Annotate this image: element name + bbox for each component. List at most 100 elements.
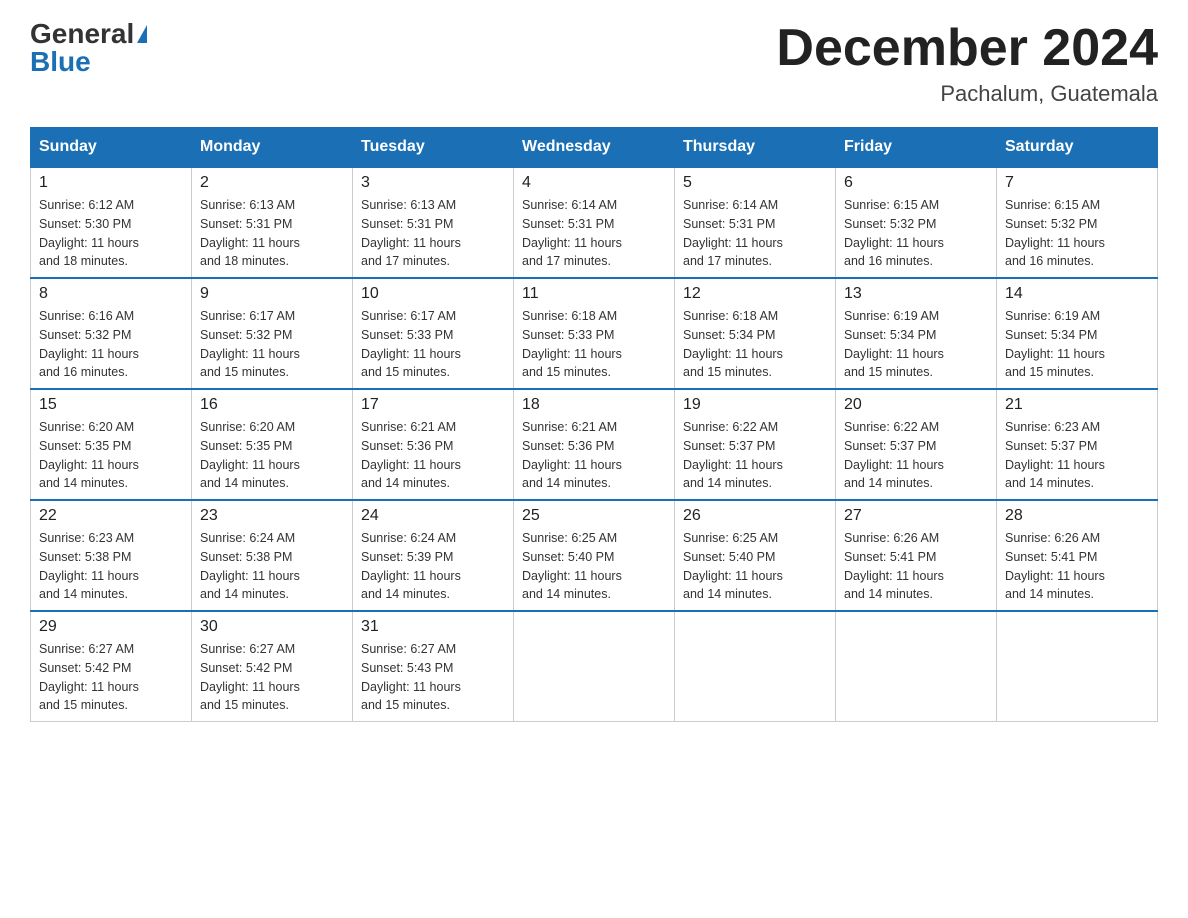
calendar-cell: 15 Sunrise: 6:20 AMSunset: 5:35 PMDayligh… — [31, 389, 192, 500]
day-number: 15 — [39, 396, 183, 414]
calendar-cell — [514, 611, 675, 722]
calendar-week-row: 8 Sunrise: 6:16 AMSunset: 5:32 PMDaylight… — [31, 278, 1158, 389]
day-number: 31 — [361, 618, 505, 636]
day-number: 4 — [522, 174, 666, 192]
calendar-cell: 20 Sunrise: 6:22 AMSunset: 5:37 PMDayligh… — [836, 389, 997, 500]
logo: General Blue — [30, 20, 147, 76]
calendar-cell: 27 Sunrise: 6:26 AMSunset: 5:41 PMDayligh… — [836, 500, 997, 611]
day-info: Sunrise: 6:19 AMSunset: 5:34 PMDaylight:… — [844, 307, 988, 382]
calendar-cell: 31 Sunrise: 6:27 AMSunset: 5:43 PMDayligh… — [353, 611, 514, 722]
day-info: Sunrise: 6:19 AMSunset: 5:34 PMDaylight:… — [1005, 307, 1149, 382]
day-info: Sunrise: 6:27 AMSunset: 5:43 PMDaylight:… — [361, 640, 505, 715]
calendar-cell: 5Sunrise: 6:14 AMSunset: 5:31 PMDaylight… — [675, 167, 836, 278]
calendar-cell: 6 Sunrise: 6:15 AMSunset: 5:32 PMDaylight… — [836, 167, 997, 278]
day-number: 21 — [1005, 396, 1149, 414]
day-info: Sunrise: 6:18 AMSunset: 5:34 PMDaylight:… — [683, 307, 827, 382]
day-number: 6 — [844, 174, 988, 192]
day-number: 26 — [683, 507, 827, 525]
calendar-cell: 17Sunrise: 6:21 AMSunset: 5:36 PMDayligh… — [353, 389, 514, 500]
day-info: Sunrise: 6:27 AMSunset: 5:42 PMDaylight:… — [200, 640, 344, 715]
day-number: 17 — [361, 396, 505, 414]
day-info: Sunrise: 6:27 AMSunset: 5:42 PMDaylight:… — [39, 640, 183, 715]
calendar-cell: 12 Sunrise: 6:18 AMSunset: 5:34 PMDayligh… — [675, 278, 836, 389]
calendar-cell: 16Sunrise: 6:20 AMSunset: 5:35 PMDayligh… — [192, 389, 353, 500]
day-number: 28 — [1005, 507, 1149, 525]
day-info: Sunrise: 6:13 AMSunset: 5:31 PMDaylight:… — [200, 196, 344, 271]
calendar-cell: 8 Sunrise: 6:16 AMSunset: 5:32 PMDaylight… — [31, 278, 192, 389]
logo-triangle-icon — [137, 25, 147, 43]
calendar-cell: 11 Sunrise: 6:18 AMSunset: 5:33 PMDayligh… — [514, 278, 675, 389]
calendar-cell: 28 Sunrise: 6:26 AMSunset: 5:41 PMDayligh… — [997, 500, 1158, 611]
day-info: Sunrise: 6:20 AMSunset: 5:35 PMDaylight:… — [200, 418, 344, 493]
day-number: 9 — [200, 285, 344, 303]
day-number: 19 — [683, 396, 827, 414]
calendar-cell: 4 Sunrise: 6:14 AMSunset: 5:31 PMDaylight… — [514, 167, 675, 278]
day-info: Sunrise: 6:26 AMSunset: 5:41 PMDaylight:… — [1005, 529, 1149, 604]
day-number: 14 — [1005, 285, 1149, 303]
calendar-cell: 14 Sunrise: 6:19 AMSunset: 5:34 PMDayligh… — [997, 278, 1158, 389]
calendar-cell: 30 Sunrise: 6:27 AMSunset: 5:42 PMDayligh… — [192, 611, 353, 722]
day-info: Sunrise: 6:14 AMSunset: 5:31 PMDaylight:… — [522, 196, 666, 271]
title-section: December 2024 Pachalum, Guatemala — [776, 20, 1158, 107]
weekday-header-row: SundayMondayTuesdayWednesdayThursdayFrid… — [31, 128, 1158, 168]
calendar-cell: 13 Sunrise: 6:19 AMSunset: 5:34 PMDayligh… — [836, 278, 997, 389]
day-number: 13 — [844, 285, 988, 303]
day-info: Sunrise: 6:23 AMSunset: 5:38 PMDaylight:… — [39, 529, 183, 604]
day-number: 3 — [361, 174, 505, 192]
month-title: December 2024 — [776, 20, 1158, 77]
calendar-cell — [836, 611, 997, 722]
day-number: 5 — [683, 174, 827, 192]
day-number: 24 — [361, 507, 505, 525]
calendar-week-row: 29Sunrise: 6:27 AMSunset: 5:42 PMDayligh… — [31, 611, 1158, 722]
calendar-cell — [997, 611, 1158, 722]
day-number: 27 — [844, 507, 988, 525]
day-info: Sunrise: 6:22 AMSunset: 5:37 PMDaylight:… — [683, 418, 827, 493]
calendar-cell: 18Sunrise: 6:21 AMSunset: 5:36 PMDayligh… — [514, 389, 675, 500]
day-info: Sunrise: 6:22 AMSunset: 5:37 PMDaylight:… — [844, 418, 988, 493]
day-info: Sunrise: 6:24 AMSunset: 5:39 PMDaylight:… — [361, 529, 505, 604]
calendar-week-row: 1Sunrise: 6:12 AMSunset: 5:30 PMDaylight… — [31, 167, 1158, 278]
calendar-cell: 1Sunrise: 6:12 AMSunset: 5:30 PMDaylight… — [31, 167, 192, 278]
weekday-header-saturday: Saturday — [997, 128, 1158, 168]
day-number: 22 — [39, 507, 183, 525]
day-info: Sunrise: 6:17 AMSunset: 5:33 PMDaylight:… — [361, 307, 505, 382]
day-info: Sunrise: 6:15 AMSunset: 5:32 PMDaylight:… — [844, 196, 988, 271]
day-number: 12 — [683, 285, 827, 303]
day-info: Sunrise: 6:18 AMSunset: 5:33 PMDaylight:… — [522, 307, 666, 382]
day-number: 18 — [522, 396, 666, 414]
day-info: Sunrise: 6:16 AMSunset: 5:32 PMDaylight:… — [39, 307, 183, 382]
weekday-header-thursday: Thursday — [675, 128, 836, 168]
calendar-cell: 3 Sunrise: 6:13 AMSunset: 5:31 PMDaylight… — [353, 167, 514, 278]
logo-general-text: General — [30, 20, 134, 48]
day-info: Sunrise: 6:25 AMSunset: 5:40 PMDaylight:… — [683, 529, 827, 604]
weekday-header-tuesday: Tuesday — [353, 128, 514, 168]
location-text: Pachalum, Guatemala — [776, 81, 1158, 107]
day-number: 7 — [1005, 174, 1149, 192]
day-info: Sunrise: 6:26 AMSunset: 5:41 PMDaylight:… — [844, 529, 988, 604]
page-header: General Blue December 2024 Pachalum, Gua… — [30, 20, 1158, 107]
day-number: 30 — [200, 618, 344, 636]
day-number: 23 — [200, 507, 344, 525]
day-info: Sunrise: 6:25 AMSunset: 5:40 PMDaylight:… — [522, 529, 666, 604]
day-number: 20 — [844, 396, 988, 414]
weekday-header-sunday: Sunday — [31, 128, 192, 168]
day-number: 2 — [200, 174, 344, 192]
calendar-week-row: 15 Sunrise: 6:20 AMSunset: 5:35 PMDayligh… — [31, 389, 1158, 500]
calendar-cell: 23Sunrise: 6:24 AMSunset: 5:38 PMDayligh… — [192, 500, 353, 611]
calendar-table: SundayMondayTuesdayWednesdayThursdayFrid… — [30, 127, 1158, 722]
calendar-cell: 2 Sunrise: 6:13 AMSunset: 5:31 PMDaylight… — [192, 167, 353, 278]
calendar-cell: 21 Sunrise: 6:23 AMSunset: 5:37 PMDayligh… — [997, 389, 1158, 500]
day-number: 8 — [39, 285, 183, 303]
day-number: 10 — [361, 285, 505, 303]
day-info: Sunrise: 6:15 AMSunset: 5:32 PMDaylight:… — [1005, 196, 1149, 271]
calendar-cell: 10 Sunrise: 6:17 AMSunset: 5:33 PMDayligh… — [353, 278, 514, 389]
weekday-header-monday: Monday — [192, 128, 353, 168]
calendar-week-row: 22 Sunrise: 6:23 AMSunset: 5:38 PMDayligh… — [31, 500, 1158, 611]
day-info: Sunrise: 6:13 AMSunset: 5:31 PMDaylight:… — [361, 196, 505, 271]
day-info: Sunrise: 6:23 AMSunset: 5:37 PMDaylight:… — [1005, 418, 1149, 493]
day-number: 11 — [522, 285, 666, 303]
day-info: Sunrise: 6:17 AMSunset: 5:32 PMDaylight:… — [200, 307, 344, 382]
day-info: Sunrise: 6:20 AMSunset: 5:35 PMDaylight:… — [39, 418, 183, 493]
logo-blue-text: Blue — [30, 48, 91, 76]
calendar-cell: 25Sunrise: 6:25 AMSunset: 5:40 PMDayligh… — [514, 500, 675, 611]
